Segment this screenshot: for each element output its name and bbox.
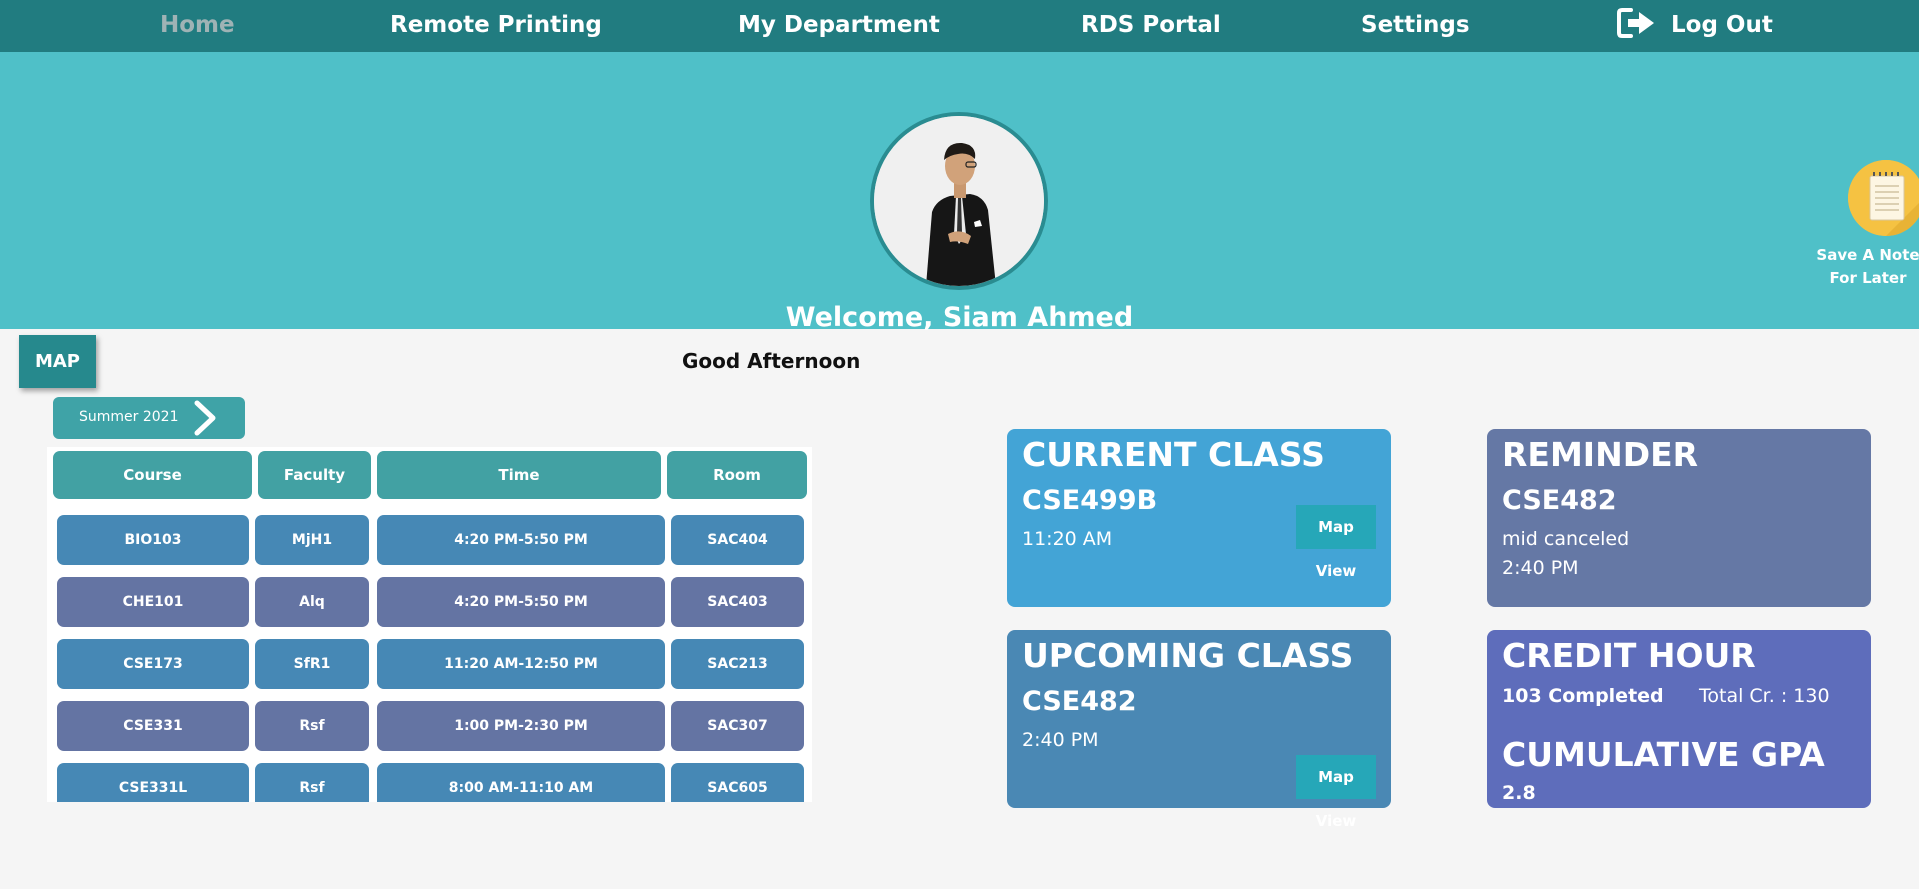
time-cell: 4:20 PM-5:50 PM xyxy=(377,515,665,565)
greeting-text: Good Afternoon xyxy=(682,349,861,373)
nav-log-out[interactable]: Log Out xyxy=(1617,0,1773,52)
header-time: Time xyxy=(377,451,661,499)
profile-photo xyxy=(870,112,1048,290)
save-note-label-line1: Save A Note xyxy=(1816,246,1919,264)
top-nav: Home Remote Printing My Department RDS P… xyxy=(0,0,1919,52)
semester-selector[interactable]: Summer 2021 xyxy=(53,397,245,439)
table-row: CSE331 Rsf 1:00 PM-2:30 PM SAC307 xyxy=(47,701,812,751)
credits-completed: 103 Completed xyxy=(1502,685,1664,707)
cumulative-gpa-title: CUMULATIVE GPA xyxy=(1502,735,1825,774)
reminder-note: mid canceled xyxy=(1502,528,1630,550)
upcoming-class-time: 2:40 PM xyxy=(1022,729,1099,751)
faculty-cell: Rsf xyxy=(255,763,369,802)
course-cell: CSE331L xyxy=(57,763,249,802)
profile-banner: Welcome, Siam Ahmed Save A Note For Late… xyxy=(0,52,1919,333)
notepad-icon[interactable] xyxy=(1848,160,1919,236)
faculty-cell: Alq xyxy=(255,577,369,627)
table-row: CSE331L Rsf 8:00 AM-11:10 AM SAC605 xyxy=(47,763,812,802)
current-class-course: CSE499B xyxy=(1022,485,1158,516)
current-class-map-view-button[interactable]: Map View xyxy=(1296,505,1376,580)
header-course: Course xyxy=(53,451,252,499)
reminder-course: CSE482 xyxy=(1502,485,1617,516)
table-row: CHE101 Alq 4:20 PM-5:50 PM SAC403 xyxy=(47,577,812,627)
reminder-time: 2:40 PM xyxy=(1502,557,1579,579)
current-class-time: 11:20 AM xyxy=(1022,528,1113,550)
room-cell: SAC605 xyxy=(671,763,804,802)
credit-hour-title: CREDIT HOUR xyxy=(1502,636,1756,675)
logout-icon xyxy=(1617,7,1654,38)
reminder-card: REMINDER CSE482 mid canceled 2:40 PM xyxy=(1487,429,1871,607)
time-cell: 1:00 PM-2:30 PM xyxy=(377,701,665,751)
faculty-cell: MjH1 xyxy=(255,515,369,565)
save-note-label[interactable]: Save A Note For Later xyxy=(1808,244,1919,290)
nav-rds-portal[interactable]: RDS Portal xyxy=(1081,0,1221,52)
faculty-cell: Rsf xyxy=(255,701,369,751)
upcoming-class-title: UPCOMING CLASS xyxy=(1022,636,1354,675)
nav-settings[interactable]: Settings xyxy=(1361,0,1470,52)
time-cell: 8:00 AM-11:10 AM xyxy=(377,763,665,802)
header-faculty: Faculty xyxy=(258,451,371,499)
time-cell: 4:20 PM-5:50 PM xyxy=(377,577,665,627)
nav-my-department[interactable]: My Department xyxy=(738,0,940,52)
course-cell: CSE173 xyxy=(57,639,249,689)
header-room: Room xyxy=(667,451,807,499)
reminder-title: REMINDER xyxy=(1502,435,1699,474)
semester-label: Summer 2021 xyxy=(79,409,179,425)
credit-hour-card: CREDIT HOUR 103 Completed Total Cr. : 13… xyxy=(1487,630,1871,808)
map-button[interactable]: MAP xyxy=(19,335,96,388)
nav-home[interactable]: Home xyxy=(160,0,235,52)
course-cell: CSE331 xyxy=(57,701,249,751)
nav-remote-printing[interactable]: Remote Printing xyxy=(390,0,602,52)
upcoming-class-map-view-button[interactable]: Map View xyxy=(1296,755,1376,830)
faculty-cell: SfR1 xyxy=(255,639,369,689)
upcoming-class-course: CSE482 xyxy=(1022,686,1137,717)
room-cell: SAC307 xyxy=(671,701,804,751)
save-note-label-line2: For Later xyxy=(1829,269,1907,287)
cumulative-gpa-value: 2.8 xyxy=(1502,782,1536,804)
welcome-text: Welcome, Siam Ahmed xyxy=(785,302,1134,333)
time-cell: 11:20 AM-12:50 PM xyxy=(377,639,665,689)
upcoming-class-card: UPCOMING CLASS CSE482 2:40 PM Map View xyxy=(1007,630,1391,830)
table-row: CSE173 SfR1 11:20 AM-12:50 PM SAC213 xyxy=(47,639,812,689)
current-class-title: CURRENT CLASS xyxy=(1022,435,1325,474)
total-credits: Total Cr. : 130 xyxy=(1699,685,1830,707)
course-cell: CHE101 xyxy=(57,577,249,627)
course-cell: BIO103 xyxy=(57,515,249,565)
room-cell: SAC403 xyxy=(671,577,804,627)
table-row: BIO103 MjH1 4:20 PM-5:50 PM SAC404 xyxy=(47,515,812,565)
room-cell: SAC404 xyxy=(671,515,804,565)
chevron-right-icon[interactable] xyxy=(191,400,221,436)
current-class-card: CURRENT CLASS CSE499B 11:20 AM Map View xyxy=(1007,429,1391,607)
class-schedule-table: Course Faculty Time Room BIO103 MjH1 4:2… xyxy=(47,447,812,802)
room-cell: SAC213 xyxy=(671,639,804,689)
log-out-label: Log Out xyxy=(1671,12,1773,38)
